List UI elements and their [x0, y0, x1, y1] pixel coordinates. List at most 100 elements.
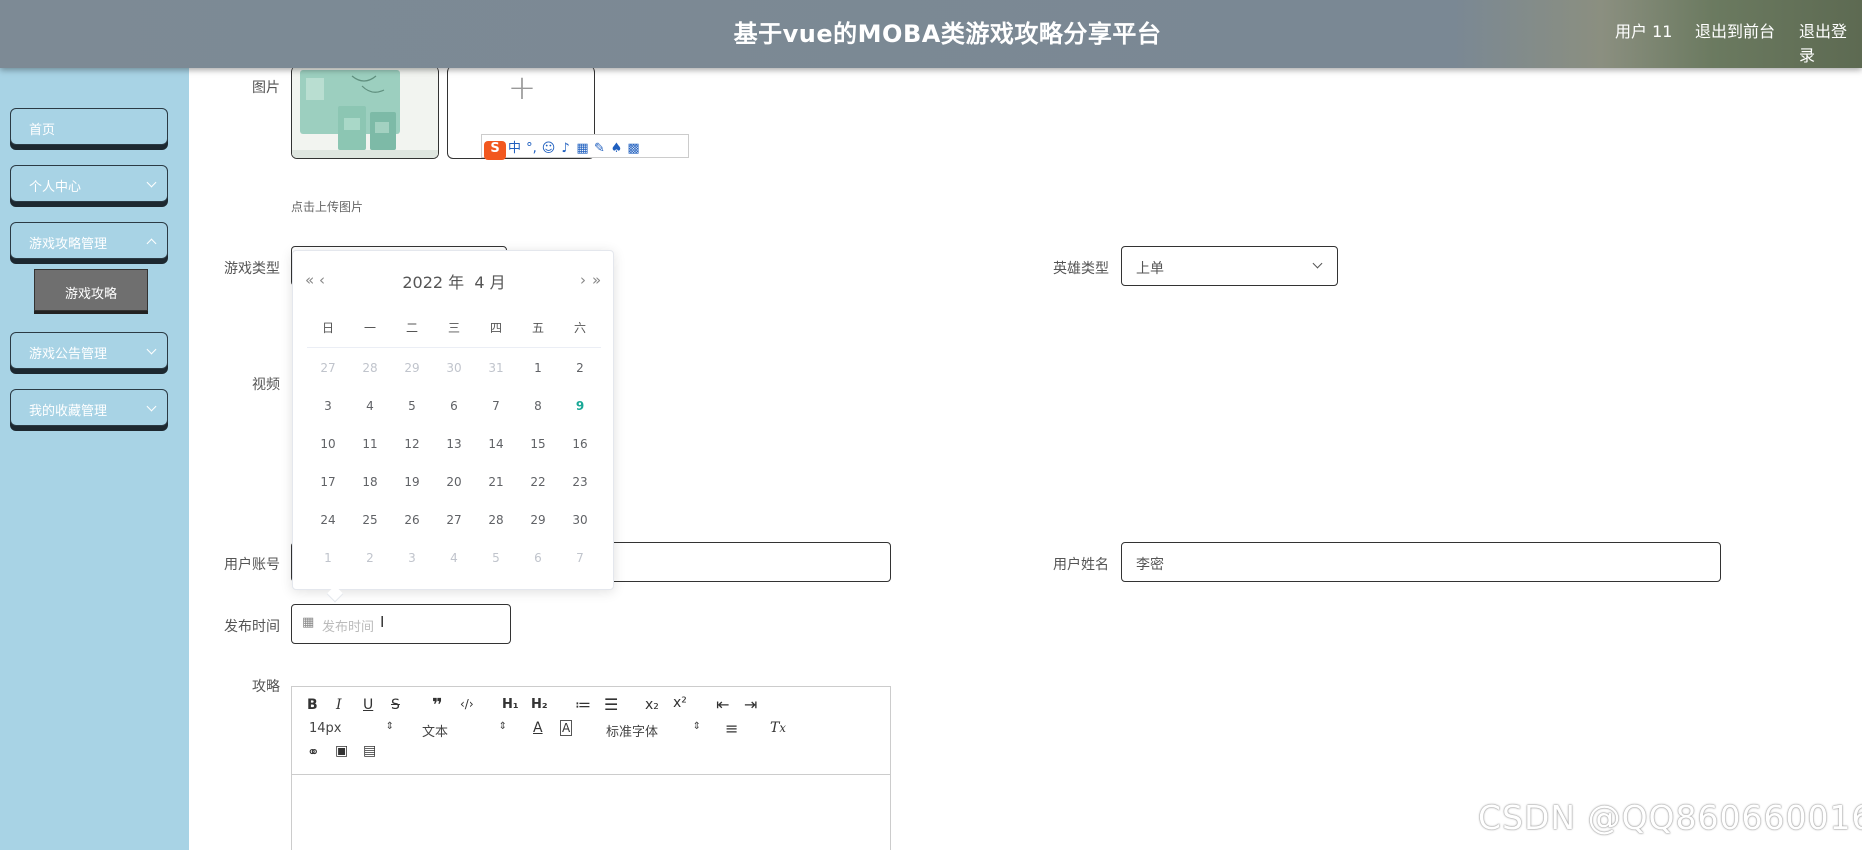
- underline-icon[interactable]: U: [363, 697, 373, 713]
- subscript-icon[interactable]: x₂: [645, 697, 659, 713]
- superscript-icon[interactable]: x²: [673, 695, 687, 711]
- calendar-day[interactable]: 25: [349, 513, 391, 527]
- calendar-day[interactable]: 9: [559, 399, 601, 413]
- calendar-day[interactable]: 5: [475, 551, 517, 565]
- toolbox-icon[interactable]: ▩: [625, 141, 642, 156]
- calendar-day[interactable]: 12: [391, 437, 433, 451]
- calendar-day[interactable]: 6: [517, 551, 559, 565]
- outdent-icon[interactable]: ⇤: [716, 695, 729, 714]
- calendar-day[interactable]: 27: [433, 513, 475, 527]
- ime-lang-icon[interactable]: 中: [506, 137, 523, 156]
- calendar-day[interactable]: 23: [559, 475, 601, 489]
- video-label: 视频: [252, 377, 280, 393]
- weekday-header: 四: [489, 321, 502, 335]
- h2-icon[interactable]: H₂: [531, 697, 548, 712]
- clear-format-icon[interactable]: Tx: [770, 720, 786, 736]
- ordered-list-icon[interactable]: ≔: [575, 695, 591, 714]
- calendar-day[interactable]: 17: [307, 475, 349, 489]
- calendar-day[interactable]: 3: [307, 399, 349, 413]
- calendar-day[interactable]: 27: [307, 361, 349, 375]
- calendar-day[interactable]: 13: [433, 437, 475, 451]
- keyboard-icon[interactable]: ▦: [574, 141, 591, 156]
- hero-type-select[interactable]: 上单: [1121, 246, 1338, 286]
- calendar-day[interactable]: 6: [433, 399, 475, 413]
- calendar-day[interactable]: 21: [475, 475, 517, 489]
- calendar-day[interactable]: 4: [349, 399, 391, 413]
- sidebar-item-personal-center[interactable]: 个人中心: [10, 165, 168, 202]
- microphone-icon[interactable]: ♪: [557, 141, 574, 156]
- calendar-day[interactable]: 16: [559, 437, 601, 451]
- calendar-day[interactable]: 7: [559, 551, 601, 565]
- back-to-front-link[interactable]: 退出到前台: [1695, 18, 1775, 42]
- calendar-day[interactable]: 5: [391, 399, 433, 413]
- app-title: 基于vue的MOBA类游戏攻略分享平台: [733, 20, 1162, 48]
- publish-time-input[interactable]: ▦ 发布时间 I: [291, 604, 511, 644]
- logout-link[interactable]: 退出登录: [1799, 18, 1862, 66]
- strike-icon[interactable]: S: [391, 697, 400, 713]
- bold-icon[interactable]: B: [307, 697, 318, 713]
- next-month-icon[interactable]: ›: [580, 271, 586, 289]
- calendar-day[interactable]: 29: [391, 361, 433, 375]
- align-icon[interactable]: ≡: [725, 719, 738, 738]
- calendar-month[interactable]: 4 月: [474, 273, 505, 292]
- sidebar-item-label: 首页: [29, 123, 56, 138]
- calendar-day[interactable]: 15: [517, 437, 559, 451]
- calendar-day[interactable]: 30: [559, 513, 601, 527]
- calendar-day[interactable]: 8: [517, 399, 559, 413]
- calendar-day[interactable]: 10: [307, 437, 349, 451]
- calendar-day[interactable]: 1: [517, 361, 559, 375]
- calendar-year[interactable]: 2022 年: [402, 273, 464, 292]
- sidebar-item-home[interactable]: 首页: [10, 108, 168, 145]
- sidebar-item-favorites-management[interactable]: 我的收藏管理: [10, 389, 168, 426]
- calendar-day[interactable]: 28: [475, 513, 517, 527]
- punctuation-icon[interactable]: °,: [523, 141, 540, 156]
- indent-icon[interactable]: ⇥: [744, 695, 757, 714]
- calendar-day[interactable]: 19: [391, 475, 433, 489]
- sogou-logo-icon: S: [484, 141, 506, 160]
- user-menu[interactable]: 用户 11: [1615, 18, 1672, 42]
- sidebar-subitem-guides[interactable]: 游戏攻略: [34, 269, 148, 311]
- sidebar-item-notice-management[interactable]: 游戏公告管理: [10, 332, 168, 369]
- code-block-icon[interactable]: ‹/›: [460, 697, 474, 711]
- calendar-day[interactable]: 22: [517, 475, 559, 489]
- video-icon[interactable]: ▤: [363, 743, 376, 759]
- font-color-icon[interactable]: A: [533, 720, 543, 736]
- calendar-day[interactable]: 2: [349, 551, 391, 565]
- link-icon[interactable]: ⚭: [307, 743, 320, 761]
- italic-icon[interactable]: I: [336, 697, 342, 713]
- calendar-day[interactable]: 31: [475, 361, 517, 375]
- calendar-day[interactable]: 26: [391, 513, 433, 527]
- sidebar-item-guide-management[interactable]: 游戏攻略管理: [10, 222, 168, 259]
- calendar-day[interactable]: 11: [349, 437, 391, 451]
- calendar-day[interactable]: 7: [475, 399, 517, 413]
- emoji-icon[interactable]: ☺: [540, 141, 557, 156]
- calendar-day[interactable]: 28: [349, 361, 391, 375]
- handwriting-icon[interactable]: ✎: [591, 141, 608, 156]
- font-family-value: 标准字体: [606, 725, 659, 740]
- name-input[interactable]: 李密: [1121, 542, 1721, 582]
- image-icon[interactable]: ▣: [335, 743, 348, 759]
- calendar-day[interactable]: 20: [433, 475, 475, 489]
- calendar-day[interactable]: 2: [559, 361, 601, 375]
- font-size-select[interactable]: 14px ⇕: [309, 721, 394, 739]
- watermark: CSDN @QQ860660016: [1478, 798, 1862, 837]
- background-color-icon[interactable]: A: [560, 720, 573, 736]
- calendar-day[interactable]: 3: [391, 551, 433, 565]
- font-family-select[interactable]: 标准字体 ⇕: [606, 721, 701, 740]
- calendar-day[interactable]: 29: [517, 513, 559, 527]
- calendar-day[interactable]: 4: [433, 551, 475, 565]
- calendar-day[interactable]: 14: [475, 437, 517, 451]
- h1-icon[interactable]: H₁: [502, 697, 519, 712]
- block-type-select[interactable]: 文本 ⇕: [422, 721, 507, 740]
- next-year-icon[interactable]: »: [592, 271, 601, 289]
- updown-icon: ⇕: [692, 721, 701, 732]
- skin-icon[interactable]: ♠: [608, 141, 625, 156]
- calendar-day[interactable]: 30: [433, 361, 475, 375]
- ime-toolbar[interactable]: S 中 °, ☺ ♪ ▦ ✎ ♠ ▩: [481, 134, 689, 160]
- calendar-day[interactable]: 1: [307, 551, 349, 565]
- blockquote-icon[interactable]: ❞: [432, 695, 443, 716]
- calendar-day[interactable]: 18: [349, 475, 391, 489]
- calendar-day[interactable]: 24: [307, 513, 349, 527]
- uploaded-image-thumb[interactable]: [291, 66, 439, 159]
- bullet-list-icon[interactable]: ☰: [604, 695, 618, 714]
